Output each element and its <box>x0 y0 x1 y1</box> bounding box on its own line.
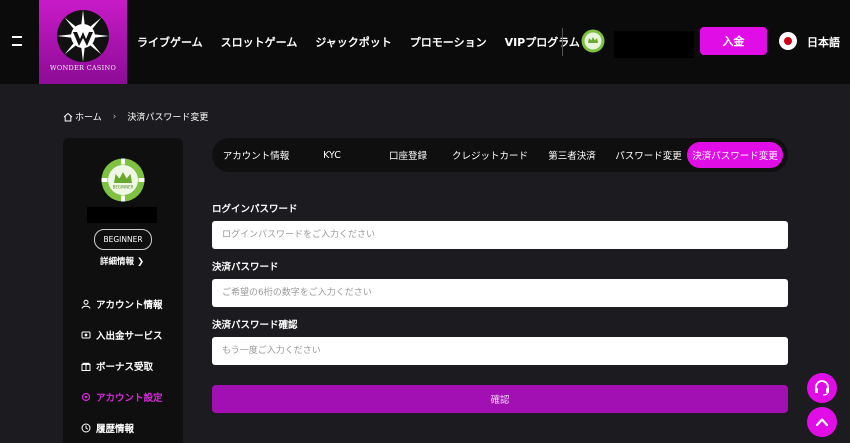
payment-password-label: 決済パスワード <box>212 262 279 273</box>
account-sidebar: BEGINNER BEGINNER 詳細情報 ❯ アカウント情報 入出金サービス <box>63 138 183 443</box>
redacted-username <box>614 31 694 58</box>
level-badge-icon: BEGINNER <box>101 158 145 202</box>
nav-slot-games[interactable]: スロットゲーム <box>221 34 298 50</box>
tab-account-info[interactable]: アカウント情報 <box>216 138 296 172</box>
logo-text: WONDER CASINO <box>49 64 117 72</box>
logo-mark-icon <box>57 10 109 62</box>
confirm-button[interactable]: 確認 <box>212 385 788 413</box>
login-password-label: ログインパスワード <box>212 204 298 215</box>
level-badge: BEGINNER <box>94 229 152 250</box>
gift-icon <box>81 362 91 371</box>
detail-info-label: 詳細情報 <box>100 257 135 267</box>
tab-bank-account[interactable]: 口座登録 <box>378 138 438 172</box>
header-divider <box>562 28 563 56</box>
chevron-right-icon: › <box>112 111 117 122</box>
sidebar-menu: アカウント情報 入出金サービス ボーナス受取 アカウント設定 履歴情報 <box>81 288 181 443</box>
settings-icon <box>81 392 91 401</box>
sidebar-item-history[interactable]: 履歴情報 <box>81 412 181 443</box>
detail-info-link[interactable]: 詳細情報 ❯ <box>100 255 144 267</box>
sidebar-item-account-info[interactable]: アカウント情報 <box>81 288 181 319</box>
nav-live-games[interactable]: ライブゲーム <box>137 34 203 50</box>
redacted-nickname <box>87 207 157 223</box>
menu-icon[interactable] <box>12 36 22 46</box>
nav-vip-program[interactable]: VIPプログラム <box>505 34 580 50</box>
settings-tabs: アカウント情報 KYC 口座登録 クレジットカード 第三者決済 パスワード変更 … <box>212 138 788 172</box>
top-header: WONDER CASINO ライブゲーム スロットゲーム ジャックポット プロモ… <box>0 0 850 84</box>
tab-third-party-payment[interactable]: 第三者決済 <box>540 138 604 172</box>
tab-payment-password-change[interactable]: 決済パスワード変更 <box>687 142 783 168</box>
chevron-right-icon: ❯ <box>136 257 145 267</box>
sidebar-item-label: 履歴情報 <box>96 423 135 435</box>
nav-jackpot[interactable]: ジャックポット <box>315 34 391 50</box>
payment-password-confirm-input[interactable] <box>212 337 788 365</box>
tab-credit-card[interactable]: クレジットカード <box>446 138 534 172</box>
transfer-icon <box>81 331 91 338</box>
home-icon[interactable] <box>63 112 73 122</box>
sidebar-item-label: 入出金サービス <box>96 330 163 342</box>
breadcrumb-home[interactable]: ホーム <box>75 110 102 123</box>
sidebar-item-account-settings[interactable]: アカウント設定 <box>81 381 181 412</box>
history-icon <box>81 423 91 432</box>
payment-password-input[interactable] <box>212 279 788 307</box>
badge-text: BEGINNER <box>113 185 134 190</box>
chevron-up-icon <box>815 418 829 427</box>
sidebar-item-deposit-withdraw[interactable]: 入出金サービス <box>81 319 181 350</box>
sidebar-item-label: アカウント設定 <box>96 392 163 404</box>
deposit-button[interactable]: 入金 <box>700 27 767 55</box>
payment-password-confirm-label: 決済パスワード確認 <box>212 320 298 331</box>
login-password-input[interactable] <box>212 221 788 249</box>
sidebar-item-bonus[interactable]: ボーナス受取 <box>81 350 181 381</box>
japan-flag-icon[interactable] <box>779 32 797 50</box>
support-chat-button[interactable] <box>807 373 837 403</box>
tab-kyc[interactable]: KYC <box>302 138 362 172</box>
headset-icon <box>815 380 829 396</box>
scroll-top-button[interactable] <box>807 407 837 437</box>
main-nav: ライブゲーム スロットゲーム ジャックポット プロモーション VIPプログラム <box>137 34 598 50</box>
user-icon <box>81 299 91 309</box>
language-selector[interactable]: 日本語 <box>807 34 840 50</box>
tab-password-change[interactable]: パスワード変更 <box>612 138 685 172</box>
breadcrumb: ホーム › 決済パスワード変更 <box>63 110 208 123</box>
logo[interactable]: WONDER CASINO <box>39 0 127 84</box>
breadcrumb-current: 決済パスワード変更 <box>127 113 209 123</box>
nav-promotion[interactable]: プロモーション <box>410 34 487 50</box>
sidebar-item-label: アカウント情報 <box>96 299 163 311</box>
level-badge-icon[interactable] <box>581 29 605 53</box>
sidebar-item-label: ボーナス受取 <box>96 361 154 373</box>
